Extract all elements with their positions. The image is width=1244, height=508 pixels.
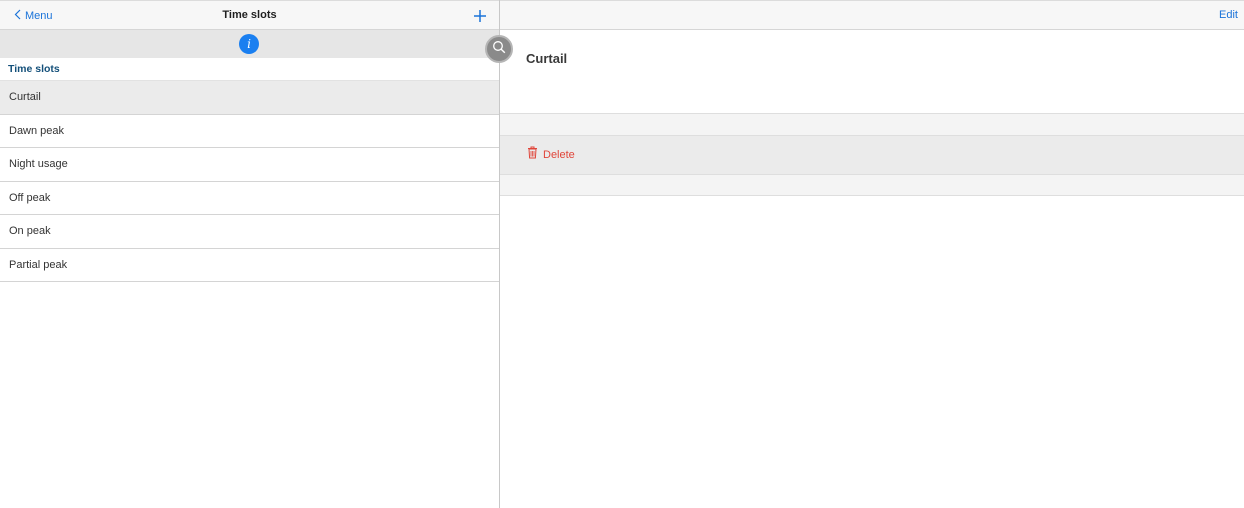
delete-button[interactable]: Delete [500, 136, 1244, 174]
list-item[interactable]: Partial peak [0, 249, 499, 282]
search-button[interactable] [485, 35, 513, 63]
add-button[interactable] [472, 8, 488, 24]
time-slot-list: Curtail Dawn peak Night usage Off peak O… [0, 81, 499, 282]
edit-button[interactable]: Edit [1219, 9, 1238, 21]
trash-icon [527, 146, 538, 164]
list-item[interactable]: Curtail [0, 81, 499, 115]
section-header: Time slots [8, 63, 60, 75]
list-item[interactable]: On peak [0, 215, 499, 249]
section-separator [500, 113, 1244, 136]
list-item[interactable]: Night usage [0, 148, 499, 182]
detail-navbar: Edit [500, 0, 1244, 30]
detail-title: Curtail [526, 51, 568, 66]
page-title: Time slots [222, 9, 277, 21]
master-navbar: Menu Time slots [0, 0, 499, 30]
master-pane: Menu Time slots i Time slots Curtail Daw… [0, 0, 500, 508]
info-icon[interactable]: i [239, 34, 259, 54]
list-item[interactable]: Dawn peak [0, 115, 499, 148]
info-bar: i [0, 30, 499, 58]
section-separator [500, 174, 1244, 196]
search-icon [492, 40, 506, 59]
delete-button-label: Delete [543, 149, 575, 161]
app-window: Menu Time slots i Time slots Curtail Daw… [0, 0, 1244, 508]
detail-pane: Edit Curtail Delete [500, 0, 1244, 508]
plus-icon [472, 10, 488, 28]
list-item[interactable]: Off peak [0, 182, 499, 215]
